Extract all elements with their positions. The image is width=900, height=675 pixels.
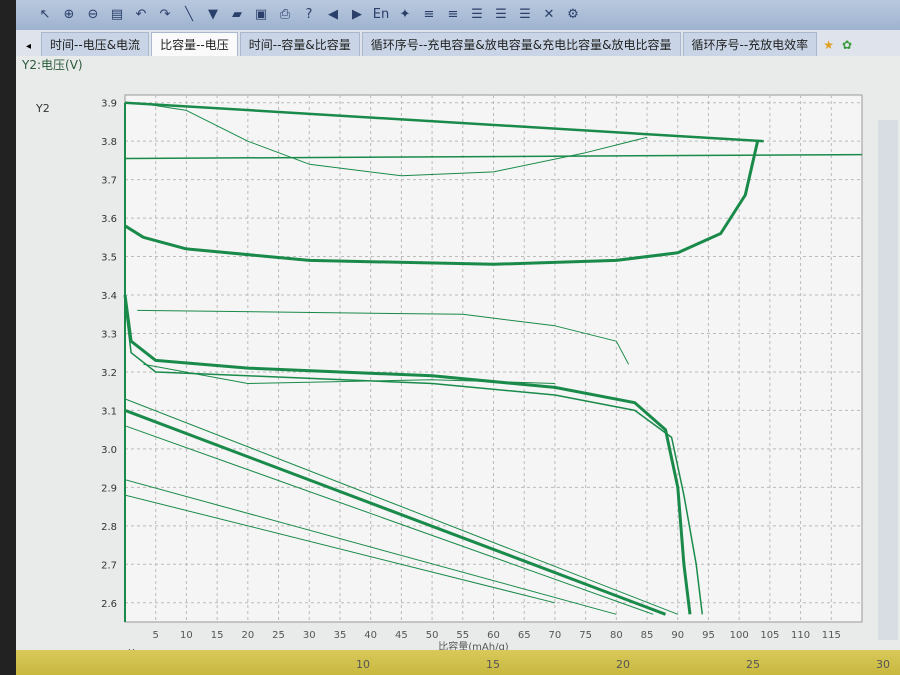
x-tick-label: 95 bbox=[702, 630, 715, 641]
y-tick-label: 3.7 bbox=[101, 176, 117, 187]
x-tick-label: 70 bbox=[549, 630, 562, 641]
y-axis-title: Y2 bbox=[35, 102, 50, 115]
bottom-scale-label: 15 bbox=[486, 658, 500, 671]
y-tick-label: 3.3 bbox=[101, 329, 117, 340]
y-tick-label: 3.2 bbox=[101, 368, 117, 379]
x-tick-label: 80 bbox=[610, 630, 623, 641]
chart: 5 10 15 20 25 30 35 40 45 50 55 60 65 70 75 80 85 90 95 100… bbox=[35, 94, 863, 653]
x-tick-label: 55 bbox=[456, 630, 469, 641]
bottom-scale-label: 20 bbox=[616, 658, 630, 671]
y-tick-label: 2.6 bbox=[101, 599, 117, 610]
x-tick-label: 85 bbox=[641, 630, 654, 641]
x-tick-label: 50 bbox=[426, 630, 439, 641]
y-tick-label: 2.9 bbox=[101, 483, 117, 494]
y-tick-label: 3.0 bbox=[101, 445, 117, 456]
y-tick-label: 3.8 bbox=[101, 137, 117, 148]
bottom-scale-label: 25 bbox=[746, 658, 760, 671]
x-tick-label: 40 bbox=[364, 630, 377, 641]
y-tick-label: 3.6 bbox=[101, 214, 117, 225]
x-tick-label: 60 bbox=[487, 630, 500, 641]
x-tick-label: 35 bbox=[334, 630, 347, 641]
x-tick-label: 110 bbox=[791, 630, 810, 641]
x-tick-label: 5 bbox=[153, 630, 159, 641]
x-tick-label: 30 bbox=[303, 630, 316, 641]
x-tick-label: 25 bbox=[272, 630, 285, 641]
x-tick-label: 115 bbox=[822, 630, 841, 641]
y-tick-label: 3.9 bbox=[101, 99, 117, 110]
y-tick-label: 3.4 bbox=[101, 291, 117, 302]
x-tick-label: 45 bbox=[395, 630, 408, 641]
x-tick-label: 105 bbox=[760, 630, 779, 641]
x-tick-label: 75 bbox=[579, 630, 592, 641]
bottom-scale-bar: 10 15 20 25 30 bbox=[16, 650, 900, 675]
y-tick-label: 3.1 bbox=[101, 406, 117, 417]
x-tick-label: 20 bbox=[241, 630, 254, 641]
x-tick-label: 15 bbox=[211, 630, 224, 641]
x-tick-label: 10 bbox=[180, 630, 193, 641]
bottom-scale-label: 30 bbox=[876, 658, 890, 671]
x-tick-label: 100 bbox=[730, 630, 749, 641]
y-tick-label: 2.7 bbox=[101, 560, 117, 571]
bottom-scale-label: 10 bbox=[356, 658, 370, 671]
x-tick-label: 65 bbox=[518, 630, 531, 641]
y-tick-label: 3.5 bbox=[101, 253, 117, 264]
y-tick-label: 2.8 bbox=[101, 522, 117, 533]
vertical-scrollbar[interactable] bbox=[878, 120, 898, 640]
x-tick-label: 90 bbox=[671, 630, 684, 641]
